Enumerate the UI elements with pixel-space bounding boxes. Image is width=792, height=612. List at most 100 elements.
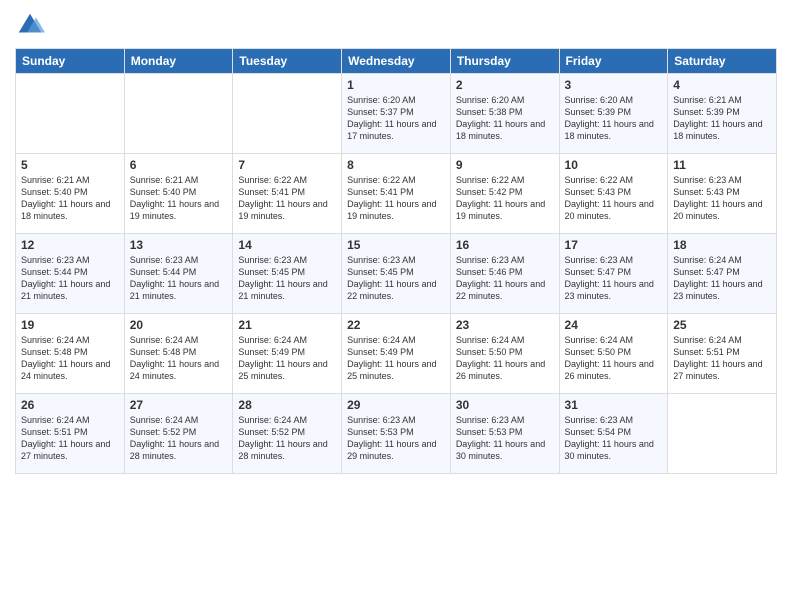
calendar-cell: 6 Sunrise: 6:21 AMSunset: 5:40 PMDaylight…: [124, 154, 233, 234]
calendar-cell: 21 Sunrise: 6:24 AMSunset: 5:49 PMDayligh…: [233, 314, 342, 394]
calendar-cell: 16 Sunrise: 6:23 AMSunset: 5:46 PMDayligh…: [450, 234, 559, 314]
calendar-cell: 8 Sunrise: 6:22 AMSunset: 5:41 PMDaylight…: [342, 154, 451, 234]
day-number: 22: [347, 318, 445, 332]
cell-info: Sunrise: 6:23 AMSunset: 5:44 PMDaylight:…: [130, 254, 228, 303]
cell-info: Sunrise: 6:20 AMSunset: 5:37 PMDaylight:…: [347, 94, 445, 143]
calendar-cell: 24 Sunrise: 6:24 AMSunset: 5:50 PMDayligh…: [559, 314, 668, 394]
calendar-cell: 13Sunrise: 6:23 AMSunset: 5:44 PMDayligh…: [124, 234, 233, 314]
calendar-cell: 23 Sunrise: 6:24 AMSunset: 5:50 PMDayligh…: [450, 314, 559, 394]
cell-info: Sunrise: 6:22 AMSunset: 5:42 PMDaylight:…: [456, 174, 554, 223]
day-number: 15: [347, 238, 445, 252]
calendar-cell: 3 Sunrise: 6:20 AMSunset: 5:39 PMDaylight…: [559, 74, 668, 154]
cell-info: Sunrise: 6:24 AMSunset: 5:50 PMDaylight:…: [565, 334, 663, 383]
weekday-header-monday: Monday: [124, 49, 233, 74]
day-number: 3: [565, 78, 663, 92]
cell-info: Sunrise: 6:23 AMSunset: 5:44 PMDaylight:…: [21, 254, 119, 303]
day-number: 24: [565, 318, 663, 332]
calendar-cell: 5 Sunrise: 6:21 AMSunset: 5:40 PMDaylight…: [16, 154, 125, 234]
cell-info: Sunrise: 6:24 AMSunset: 5:52 PMDaylight:…: [130, 414, 228, 463]
cell-info: Sunrise: 6:22 AMSunset: 5:41 PMDaylight:…: [347, 174, 445, 223]
calendar-cell: 20 Sunrise: 6:24 AMSunset: 5:48 PMDayligh…: [124, 314, 233, 394]
cell-info: Sunrise: 6:24 AMSunset: 5:50 PMDaylight:…: [456, 334, 554, 383]
cell-info: Sunrise: 6:20 AMSunset: 5:39 PMDaylight:…: [565, 94, 663, 143]
calendar-cell: 18 Sunrise: 6:24 AMSunset: 5:47 PMDayligh…: [668, 234, 777, 314]
cell-info: Sunrise: 6:23 AMSunset: 5:54 PMDaylight:…: [565, 414, 663, 463]
day-number: 26: [21, 398, 119, 412]
weekday-header-thursday: Thursday: [450, 49, 559, 74]
cell-info: Sunrise: 6:23 AMSunset: 5:46 PMDaylight:…: [456, 254, 554, 303]
day-number: 2: [456, 78, 554, 92]
cell-info: Sunrise: 6:24 AMSunset: 5:52 PMDaylight:…: [238, 414, 336, 463]
calendar-cell: 27 Sunrise: 6:24 AMSunset: 5:52 PMDayligh…: [124, 394, 233, 474]
calendar-cell: 30Sunrise: 6:23 AMSunset: 5:53 PMDayligh…: [450, 394, 559, 474]
day-number: 14: [238, 238, 336, 252]
cell-info: Sunrise: 6:22 AMSunset: 5:41 PMDaylight:…: [238, 174, 336, 223]
cell-info: Sunrise: 6:24 AMSunset: 5:48 PMDaylight:…: [130, 334, 228, 383]
weekday-header-friday: Friday: [559, 49, 668, 74]
calendar-cell: 31 Sunrise: 6:23 AMSunset: 5:54 PMDayligh…: [559, 394, 668, 474]
calendar-cell: 4 Sunrise: 6:21 AMSunset: 5:39 PMDaylight…: [668, 74, 777, 154]
calendar-week-4: 19 Sunrise: 6:24 AMSunset: 5:48 PMDayligh…: [16, 314, 777, 394]
calendar-table: SundayMondayTuesdayWednesdayThursdayFrid…: [15, 48, 777, 474]
calendar-cell: 26 Sunrise: 6:24 AMSunset: 5:51 PMDayligh…: [16, 394, 125, 474]
calendar-cell: 11Sunrise: 6:23 AMSunset: 5:43 PMDayligh…: [668, 154, 777, 234]
day-number: 16: [456, 238, 554, 252]
calendar-cell: 9 Sunrise: 6:22 AMSunset: 5:42 PMDaylight…: [450, 154, 559, 234]
weekday-header-sunday: Sunday: [16, 49, 125, 74]
day-number: 5: [21, 158, 119, 172]
calendar-cell: 15 Sunrise: 6:23 AMSunset: 5:45 PMDayligh…: [342, 234, 451, 314]
calendar-cell: 10Sunrise: 6:22 AMSunset: 5:43 PMDayligh…: [559, 154, 668, 234]
day-number: 12: [21, 238, 119, 252]
day-number: 20: [130, 318, 228, 332]
cell-info: Sunrise: 6:23 AMSunset: 5:47 PMDaylight:…: [565, 254, 663, 303]
cell-info: Sunrise: 6:23 AMSunset: 5:45 PMDaylight:…: [347, 254, 445, 303]
cell-info: Sunrise: 6:23 AMSunset: 5:53 PMDaylight:…: [347, 414, 445, 463]
day-number: 9: [456, 158, 554, 172]
calendar-cell: [16, 74, 125, 154]
cell-info: Sunrise: 6:24 AMSunset: 5:49 PMDaylight:…: [238, 334, 336, 383]
day-number: 19: [21, 318, 119, 332]
cell-info: Sunrise: 6:24 AMSunset: 5:51 PMDaylight:…: [21, 414, 119, 463]
cell-info: Sunrise: 6:22 AMSunset: 5:43 PMDaylight:…: [565, 174, 663, 223]
day-number: 23: [456, 318, 554, 332]
calendar-cell: [668, 394, 777, 474]
calendar-cell: 7Sunrise: 6:22 AMSunset: 5:41 PMDaylight…: [233, 154, 342, 234]
calendar-cell: 17 Sunrise: 6:23 AMSunset: 5:47 PMDayligh…: [559, 234, 668, 314]
calendar-cell: [233, 74, 342, 154]
day-number: 25: [673, 318, 771, 332]
day-number: 4: [673, 78, 771, 92]
day-number: 17: [565, 238, 663, 252]
header: [15, 10, 777, 40]
calendar-cell: 12 Sunrise: 6:23 AMSunset: 5:44 PMDayligh…: [16, 234, 125, 314]
calendar-week-1: 1 Sunrise: 6:20 AMSunset: 5:37 PMDaylight…: [16, 74, 777, 154]
logo-icon: [15, 10, 45, 40]
cell-info: Sunrise: 6:20 AMSunset: 5:38 PMDaylight:…: [456, 94, 554, 143]
cell-info: Sunrise: 6:21 AMSunset: 5:39 PMDaylight:…: [673, 94, 771, 143]
day-number: 1: [347, 78, 445, 92]
calendar-cell: 25 Sunrise: 6:24 AMSunset: 5:51 PMDayligh…: [668, 314, 777, 394]
weekday-header-wednesday: Wednesday: [342, 49, 451, 74]
day-number: 21: [238, 318, 336, 332]
logo: [15, 10, 49, 40]
calendar-cell: 14Sunrise: 6:23 AMSunset: 5:45 PMDayligh…: [233, 234, 342, 314]
calendar-week-3: 12 Sunrise: 6:23 AMSunset: 5:44 PMDayligh…: [16, 234, 777, 314]
cell-info: Sunrise: 6:24 AMSunset: 5:51 PMDaylight:…: [673, 334, 771, 383]
day-number: 18: [673, 238, 771, 252]
cell-info: Sunrise: 6:23 AMSunset: 5:53 PMDaylight:…: [456, 414, 554, 463]
day-number: 29: [347, 398, 445, 412]
cell-info: Sunrise: 6:24 AMSunset: 5:47 PMDaylight:…: [673, 254, 771, 303]
day-number: 8: [347, 158, 445, 172]
day-number: 27: [130, 398, 228, 412]
cell-info: Sunrise: 6:23 AMSunset: 5:43 PMDaylight:…: [673, 174, 771, 223]
cell-info: Sunrise: 6:24 AMSunset: 5:49 PMDaylight:…: [347, 334, 445, 383]
cell-info: Sunrise: 6:21 AMSunset: 5:40 PMDaylight:…: [21, 174, 119, 223]
calendar-cell: 19Sunrise: 6:24 AMSunset: 5:48 PMDayligh…: [16, 314, 125, 394]
cell-info: Sunrise: 6:21 AMSunset: 5:40 PMDaylight:…: [130, 174, 228, 223]
day-number: 6: [130, 158, 228, 172]
weekday-header-tuesday: Tuesday: [233, 49, 342, 74]
day-number: 28: [238, 398, 336, 412]
day-number: 31: [565, 398, 663, 412]
weekday-header-saturday: Saturday: [668, 49, 777, 74]
calendar-cell: 1 Sunrise: 6:20 AMSunset: 5:37 PMDaylight…: [342, 74, 451, 154]
calendar-cell: 22 Sunrise: 6:24 AMSunset: 5:49 PMDayligh…: [342, 314, 451, 394]
